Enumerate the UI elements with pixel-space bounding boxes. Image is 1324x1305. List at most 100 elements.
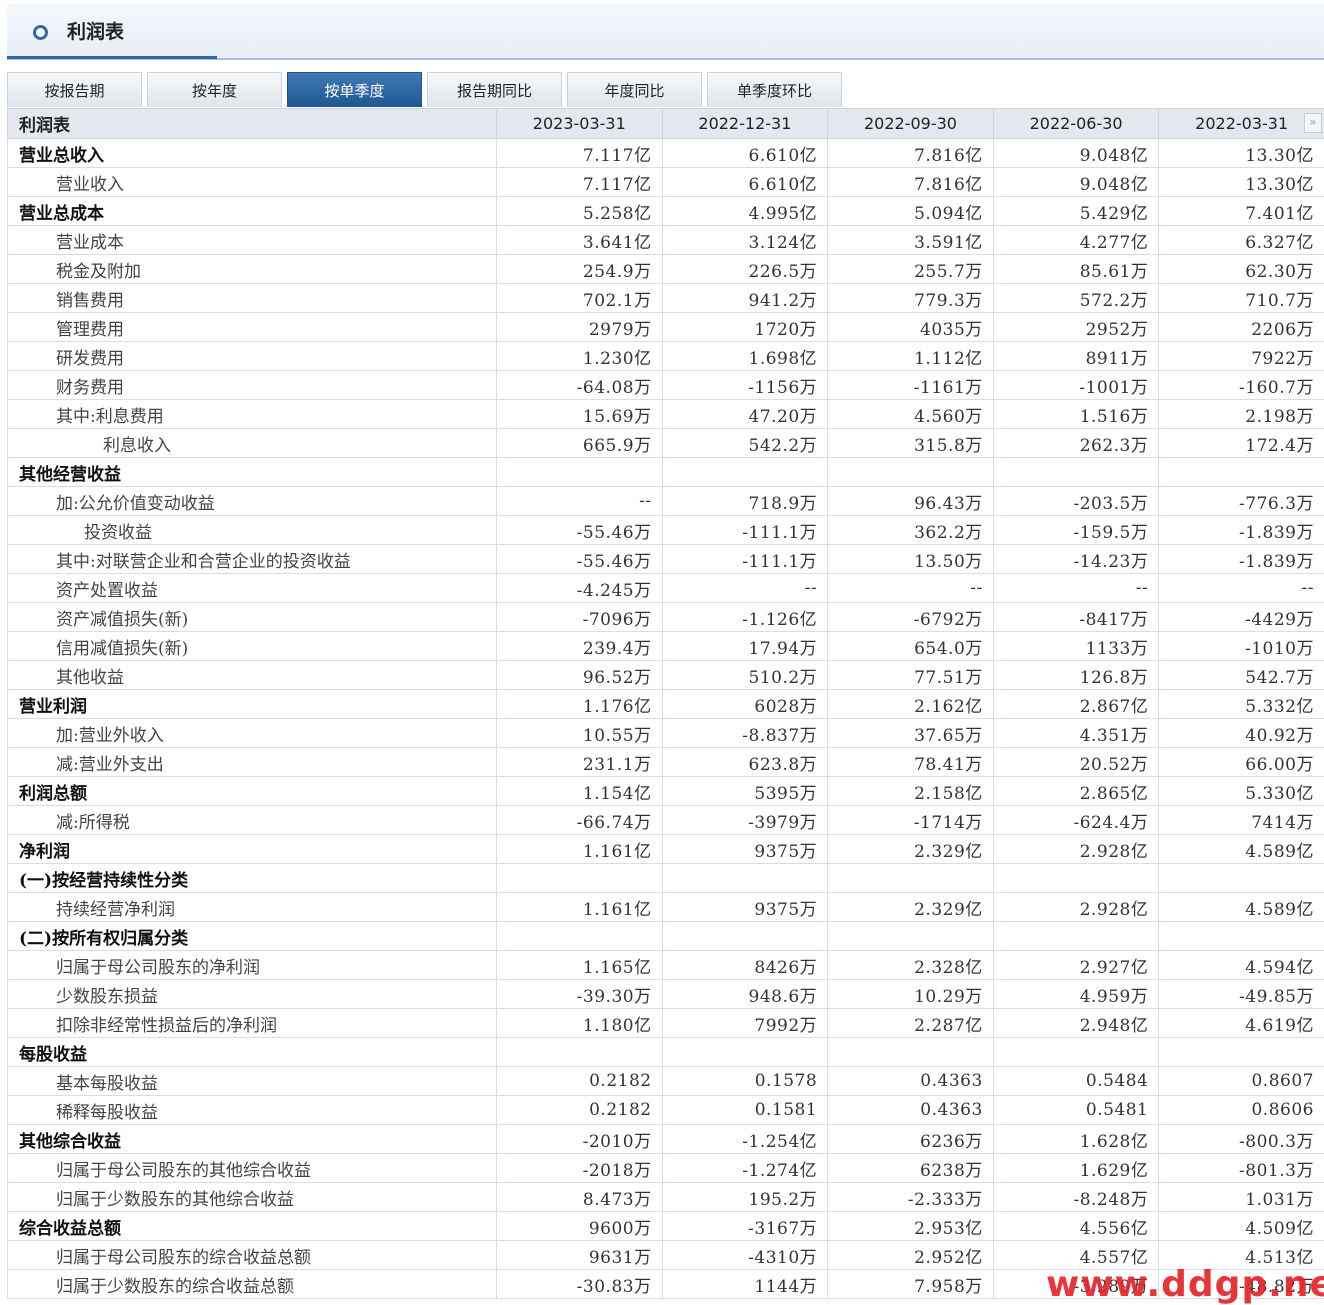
table-cell: 2979万 <box>497 313 663 342</box>
column-date-label: 2023-03-31 <box>533 114 626 133</box>
table-cell: 2952万 <box>993 313 1159 342</box>
table-cell: 2.948亿 <box>993 1009 1159 1038</box>
table-cell: 665.9万 <box>497 429 663 458</box>
table-cell: -39.30万 <box>497 980 663 1009</box>
table-cell: 1133万 <box>993 632 1159 661</box>
table-cell: 6238万 <box>828 1154 994 1183</box>
table-cell: 262.3万 <box>993 429 1159 458</box>
row-label: 资产处置收益 <box>8 574 497 603</box>
table-cell: 9631万 <box>497 1241 663 1270</box>
tab-1[interactable]: 按年度 <box>147 72 282 107</box>
row-label: 利息收入 <box>8 429 497 458</box>
row-label: 稀释每股收益 <box>8 1096 497 1125</box>
table-cell: 4.594亿 <box>1159 951 1324 980</box>
tab-5[interactable]: 单季度环比 <box>707 72 842 107</box>
tab-0[interactable]: 按报告期 <box>7 72 142 107</box>
table-cell: 542.7万 <box>1159 661 1324 690</box>
table-cell: 2.865亿 <box>993 777 1159 806</box>
column-header-date[interactable]: 2022-09-30 <box>828 109 994 139</box>
table-cell: 4035万 <box>828 313 994 342</box>
table-row: 基本每股收益0.21820.15780.43630.54840.8607 <box>8 1067 1324 1096</box>
row-label: 营业总收入 <box>8 139 497 168</box>
table-cell: 9600万 <box>497 1212 663 1241</box>
table-row: 利息收入665.9万542.2万315.8万262.3万172.4万 <box>8 429 1324 458</box>
row-label: 税金及附加 <box>8 255 497 284</box>
table-cell: -1.839万 <box>1159 545 1324 574</box>
row-label: 少数股东损益 <box>8 980 497 1009</box>
table-row: 营业总收入7.117亿6.610亿7.816亿9.048亿13.30亿 <box>8 139 1324 168</box>
table-cell: -624.4万 <box>993 806 1159 835</box>
table-cell: -- <box>993 574 1159 603</box>
column-header-date[interactable]: 2022-12-31 <box>662 109 828 139</box>
table-cell: 9375万 <box>662 835 828 864</box>
table-cell: 0.4363 <box>828 1096 994 1125</box>
table-row: 管理费用2979万1720万4035万2952万2206万 <box>8 313 1324 342</box>
panel-title: 利润表 <box>67 17 124 44</box>
table-cell: -1156万 <box>662 371 828 400</box>
table-cell: -8.837万 <box>662 719 828 748</box>
table-cell: 1.165亿 <box>497 951 663 980</box>
table-row: 营业收入7.117亿6.610亿7.816亿9.048亿13.30亿 <box>8 168 1324 197</box>
table-cell: 13.30亿 <box>1159 139 1324 168</box>
table-cell: 2.162亿 <box>828 690 994 719</box>
table-cell <box>662 864 828 893</box>
table-row: (一)按经营持续性分类 <box>8 864 1324 893</box>
table-cell: -8417万 <box>993 603 1159 632</box>
table-cell: 4.277亿 <box>993 226 1159 255</box>
table-cell <box>828 864 994 893</box>
table-row: 稀释每股收益0.21820.15810.43630.54810.8606 <box>8 1096 1324 1125</box>
table-row: 归属于少数股东的其他综合收益8.473万195.2万-2.333万-8.248万… <box>8 1183 1324 1212</box>
table-cell: 718.9万 <box>662 487 828 516</box>
report-type-tabs: 按报告期按年度按单季度报告期同比年度同比单季度环比 <box>7 72 847 108</box>
table-cell: 4.351万 <box>993 719 1159 748</box>
table-cell: 239.4万 <box>497 632 663 661</box>
row-label: (二)按所有权归属分类 <box>8 922 497 951</box>
table-cell: 66.00万 <box>1159 748 1324 777</box>
site-watermark: www.ddgp.net <box>1046 1264 1324 1305</box>
tab-4[interactable]: 年度同比 <box>567 72 702 107</box>
table-cell <box>828 922 994 951</box>
table-cell: -- <box>1159 574 1324 603</box>
table-cell: 1.161亿 <box>497 893 663 922</box>
table-cell: -55.46万 <box>497 545 663 574</box>
table-cell: 0.4363 <box>828 1067 994 1096</box>
table-cell: -1714万 <box>828 806 994 835</box>
column-header-date[interactable]: 2022-03-31» <box>1159 109 1324 139</box>
table-cell: -14.23万 <box>993 545 1159 574</box>
table-cell: 0.8607 <box>1159 1067 1324 1096</box>
table-cell: 941.2万 <box>662 284 828 313</box>
table-row: 扣除非经常性损益后的净利润1.180亿7992万2.287亿2.948亿4.61… <box>8 1009 1324 1038</box>
table-cell: -66.74万 <box>497 806 663 835</box>
table-cell: 7.117亿 <box>497 139 663 168</box>
scroll-right-icon[interactable]: » <box>1304 113 1322 133</box>
table-cell <box>497 458 663 487</box>
table-row: 营业利润1.176亿6028万2.162亿2.867亿5.332亿 <box>8 690 1324 719</box>
table-cell: -1010万 <box>1159 632 1324 661</box>
table-cell: 9375万 <box>662 893 828 922</box>
table-row: 信用减值损失(新)239.4万17.94万654.0万1133万-1010万 <box>8 632 1324 661</box>
table-cell: 62.30万 <box>1159 255 1324 284</box>
table-cell: -7096万 <box>497 603 663 632</box>
table-cell: 1.516万 <box>993 400 1159 429</box>
table-cell: 17.94万 <box>662 632 828 661</box>
table-cell <box>993 458 1159 487</box>
table-cell: 255.7万 <box>828 255 994 284</box>
table-cell: -- <box>497 487 663 516</box>
table-cell: 2.329亿 <box>828 893 994 922</box>
row-label: 持续经营净利润 <box>8 893 497 922</box>
row-label: 信用减值损失(新) <box>8 632 497 661</box>
row-label: 销售费用 <box>8 284 497 313</box>
table-row: 综合收益总额9600万-3167万2.953亿4.556亿4.509亿 <box>8 1212 1324 1241</box>
table-cell: 7.816亿 <box>828 139 994 168</box>
tab-3[interactable]: 报告期同比 <box>427 72 562 107</box>
table-cell: 710.7万 <box>1159 284 1324 313</box>
table-cell: -111.1万 <box>662 545 828 574</box>
column-header-date[interactable]: 2023-03-31 <box>497 109 663 139</box>
table-cell: 96.43万 <box>828 487 994 516</box>
row-label: 其他收益 <box>8 661 497 690</box>
column-header-date[interactable]: 2022-06-30 <box>993 109 1159 139</box>
circle-bullet-icon <box>33 25 48 40</box>
income-statement-table: 利润表 2023-03-312022-12-312022-09-302022-0… <box>7 108 1324 1299</box>
tab-2[interactable]: 按单季度 <box>287 72 422 107</box>
table-cell: 9.048亿 <box>993 139 1159 168</box>
